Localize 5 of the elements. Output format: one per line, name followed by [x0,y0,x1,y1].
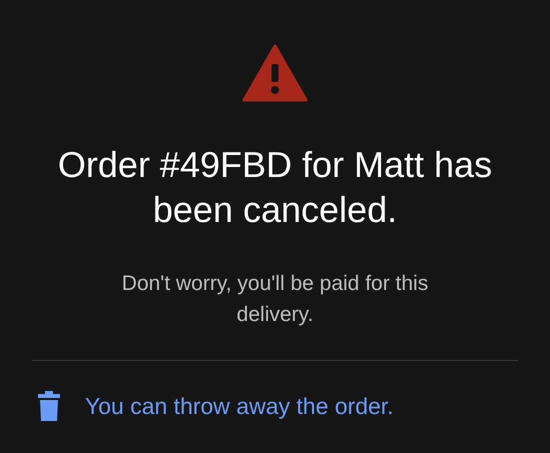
payment-message: Don't worry, you'll be paid for this delivery. [120,271,430,328]
warning-icon [242,44,308,102]
discard-order-link[interactable]: You can throw away the order. [85,389,394,424]
trash-icon [38,391,60,422]
cancel-title: Order #49FBD for Matt has been canceled. [56,143,494,232]
